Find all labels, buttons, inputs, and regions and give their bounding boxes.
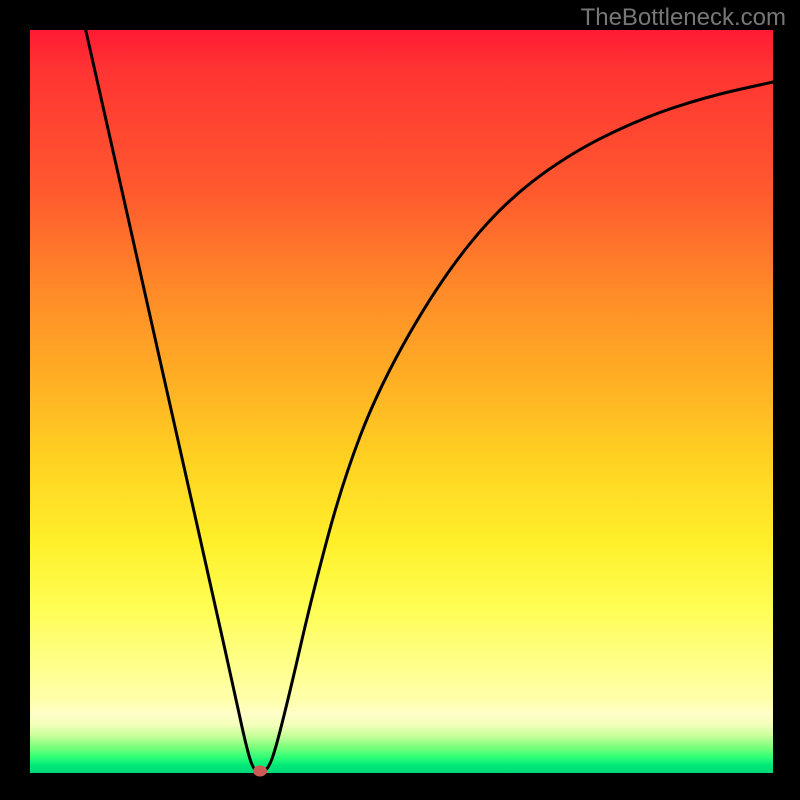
bottleneck-curve-svg — [30, 30, 773, 773]
watermark-text: TheBottleneck.com — [581, 4, 786, 32]
minimum-marker — [253, 766, 267, 777]
bottleneck-curve-path — [86, 30, 773, 772]
